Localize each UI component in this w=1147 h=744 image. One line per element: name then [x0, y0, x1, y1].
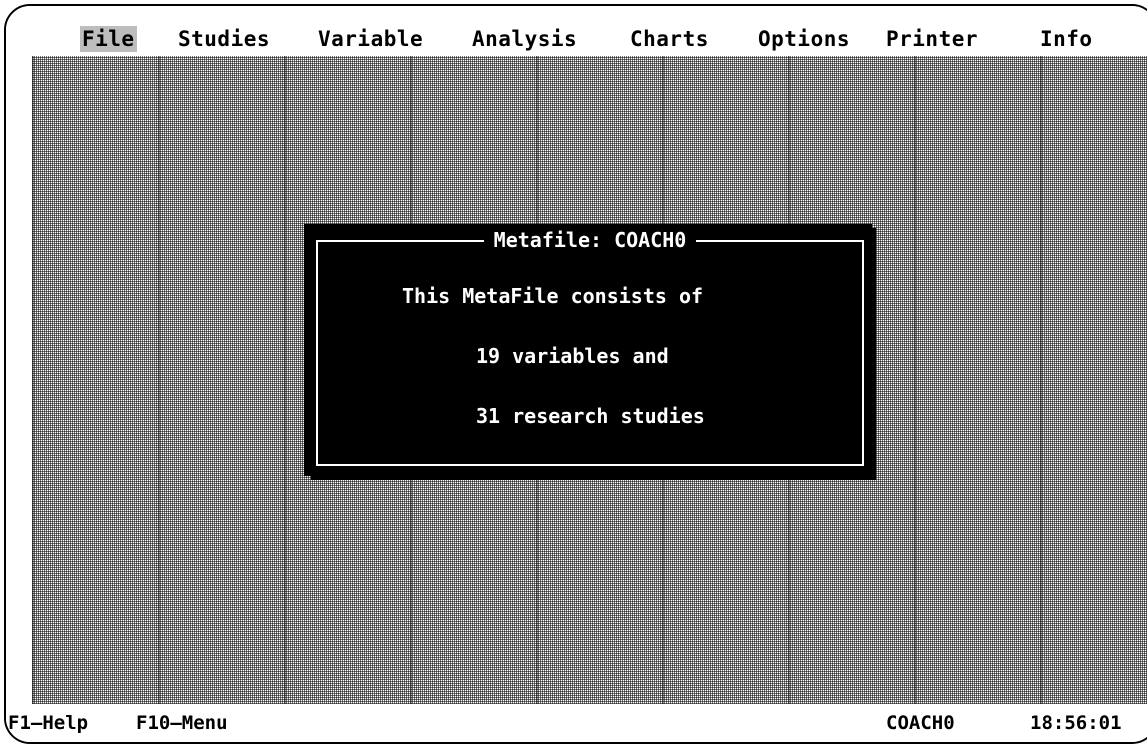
menu-info[interactable]: Info: [1040, 26, 1093, 52]
dialog-title: Metafile: COACH0: [483, 228, 697, 252]
menu-charts[interactable]: Charts: [630, 26, 709, 52]
clock: 18:56:01: [1030, 712, 1122, 734]
current-file-name: COACH0: [886, 712, 955, 734]
dialog-frame: Metafile: COACH0 This MetaFile consists …: [316, 228, 864, 466]
desktop-texture: [1040, 56, 1042, 704]
help-key-hint[interactable]: F1—Help: [8, 710, 88, 736]
menu-options[interactable]: Options: [758, 26, 850, 52]
status-bar: F1—Help F10—Menu COACH0 18:56:01: [6, 704, 1147, 742]
metafile-info-dialog: Metafile: COACH0 This MetaFile consists …: [304, 224, 872, 476]
menu-key-hint[interactable]: F10—Menu: [136, 710, 228, 736]
desktop-texture: [284, 56, 286, 704]
menu-bar: File Studies Variable Analysis Charts Op…: [6, 6, 1147, 56]
desktop-texture: [32, 56, 34, 704]
menu-file[interactable]: File: [80, 26, 137, 52]
dialog-line-variables: 19 variables and: [476, 344, 669, 368]
menu-printer[interactable]: Printer: [886, 26, 978, 52]
dialog-title-bar: Metafile: COACH0: [318, 228, 862, 254]
menu-analysis[interactable]: Analysis: [472, 26, 577, 52]
desktop-texture: [914, 56, 916, 704]
menu-variable[interactable]: Variable: [318, 26, 423, 52]
menu-studies[interactable]: Studies: [178, 26, 270, 52]
desktop-texture: [158, 56, 160, 704]
dos-screen: File Studies Variable Analysis Charts Op…: [4, 4, 1147, 744]
dialog-line-studies: 31 research studies: [476, 404, 705, 428]
dialog-line-summary: This MetaFile consists of: [402, 284, 704, 308]
